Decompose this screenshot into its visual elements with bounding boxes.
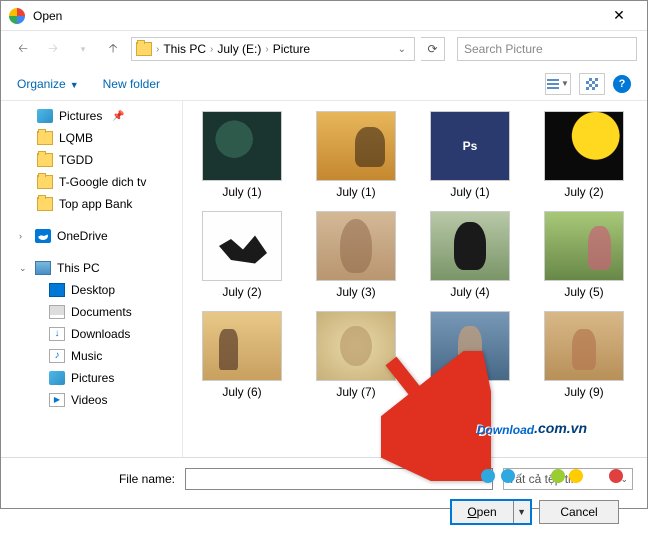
breadcrumb-folder[interactable]: Picture [273,42,310,56]
file-item[interactable]: July (7) [303,307,409,403]
folder-icon [136,42,152,56]
folder-icon [37,153,53,167]
file-item[interactable]: July (2) [531,107,637,203]
sidebar-item-documents[interactable]: Documents [1,301,182,323]
thumbnail-icon [544,211,624,281]
search-input[interactable]: Search Picture [457,37,637,61]
refresh-button[interactable]: ⟳ [421,37,445,61]
sidebar-item-thispc[interactable]: ⌄This PC [1,257,182,279]
sidebar-item-pictures[interactable]: Pictures📌 [1,105,182,127]
chevron-right-icon: › [156,44,159,55]
documents-icon [49,305,65,319]
window-title: Open [33,9,599,23]
chevron-right-icon: › [265,44,268,55]
sidebar-item-tgoogle[interactable]: T-Google dich tv [1,171,182,193]
sidebar-item-videos[interactable]: Videos [1,389,182,411]
sidebar-item-downloads[interactable]: Downloads [1,323,182,345]
thumbnail-icon [316,211,396,281]
desktop-icon [49,283,65,297]
thumbnail-icon [316,311,396,381]
filename-label: File name: [15,472,175,486]
new-folder-button[interactable]: New folder [103,77,160,91]
music-icon [49,349,65,363]
file-item[interactable]: July (1) [303,107,409,203]
expand-icon: › [19,231,29,241]
view-grid-button[interactable] [579,73,605,95]
thumbnail-icon [316,111,396,181]
thumbnail-icon [202,211,282,281]
chevron-down-icon: ⌄ [620,474,628,485]
file-item[interactable]: July (1) [189,107,295,203]
file-item[interactable]: July (5) [531,207,637,303]
forward-button[interactable]: 🡢 [41,37,65,61]
sidebar-item-desktop[interactable]: Desktop [1,279,182,301]
search-placeholder: Search Picture [464,42,543,56]
file-item[interactable]: July (3) [303,207,409,303]
back-button[interactable]: 🡠 [11,37,35,61]
collapse-icon: ⌄ [19,263,29,274]
sidebar: Pictures📌 LQMB TGDD T-Google dich tv Top… [1,101,183,457]
thumbnail-icon [430,211,510,281]
file-item[interactable]: July (6) [189,307,295,403]
sidebar-item-onedrive[interactable]: ›OneDrive [1,225,182,247]
open-button[interactable]: OOpenpen▼ [451,500,531,524]
thumbnail-icon [544,111,624,181]
navigation-bar: 🡠 🡢 ▾ 🡡 › This PC › July (E:) › Picture … [1,31,647,67]
breadcrumb-drive[interactable]: July (E:) [217,42,261,56]
address-bar[interactable]: › This PC › July (E:) › Picture ⌄ [131,37,415,61]
view-list-button[interactable]: ▼ [545,73,571,95]
organize-menu[interactable]: Organize▼ [17,77,79,91]
file-item[interactable]: July (8) [417,307,523,403]
sidebar-item-lqmb[interactable]: LQMB [1,127,182,149]
pictures-icon [49,371,65,385]
help-button[interactable]: ? [613,75,631,93]
thumbnail-icon [544,311,624,381]
thumbnail-icon [202,111,282,181]
pin-icon: 📌 [112,111,124,122]
caret-down-icon: ▼ [70,80,79,90]
address-dropdown-icon[interactable]: ⌄ [394,44,410,55]
close-icon[interactable]: ✕ [599,7,639,24]
file-item[interactable]: July (2) [189,207,295,303]
titlebar: Open ✕ [1,1,647,31]
sidebar-item-topapp[interactable]: Top app Bank [1,193,182,215]
onedrive-icon [35,229,51,243]
up-button[interactable]: 🡡 [101,37,125,61]
sidebar-item-music[interactable]: Music [1,345,182,367]
chevron-right-icon: › [210,44,213,55]
thumbnail-icon [202,311,282,381]
pc-icon [35,261,51,275]
filetype-filter[interactable]: Tất cả tệp tin⌄ [503,468,633,490]
videos-icon [49,393,65,407]
filename-input[interactable] [185,468,493,490]
recent-dropdown[interactable]: ▾ [71,37,95,61]
folder-icon [37,175,53,189]
breadcrumb-thispc[interactable]: This PC [163,42,206,56]
file-grid: July (1) July (1) PsJuly (1) July (2) Ju… [183,101,647,457]
file-item[interactable]: PsJuly (1) [417,107,523,203]
footer: File name: Tất cả tệp tin⌄ OOpenpen▼ Can… [1,457,647,534]
cancel-button[interactable]: Cancel [539,500,619,524]
sidebar-item-tgdd[interactable]: TGDD [1,149,182,171]
pictures-icon [37,109,53,123]
file-item[interactable]: July (9) [531,307,637,403]
folder-icon [37,131,53,145]
main-area: Pictures📌 LQMB TGDD T-Google dich tv Top… [1,101,647,457]
file-item[interactable]: July (4) [417,207,523,303]
chrome-icon [9,8,25,24]
thumbnail-icon: Ps [430,111,510,181]
sidebar-item-pictures2[interactable]: Pictures [1,367,182,389]
downloads-icon [49,327,65,341]
folder-icon [37,197,53,211]
toolbar: Organize▼ New folder ▼ ? [1,67,647,101]
thumbnail-icon [430,311,510,381]
